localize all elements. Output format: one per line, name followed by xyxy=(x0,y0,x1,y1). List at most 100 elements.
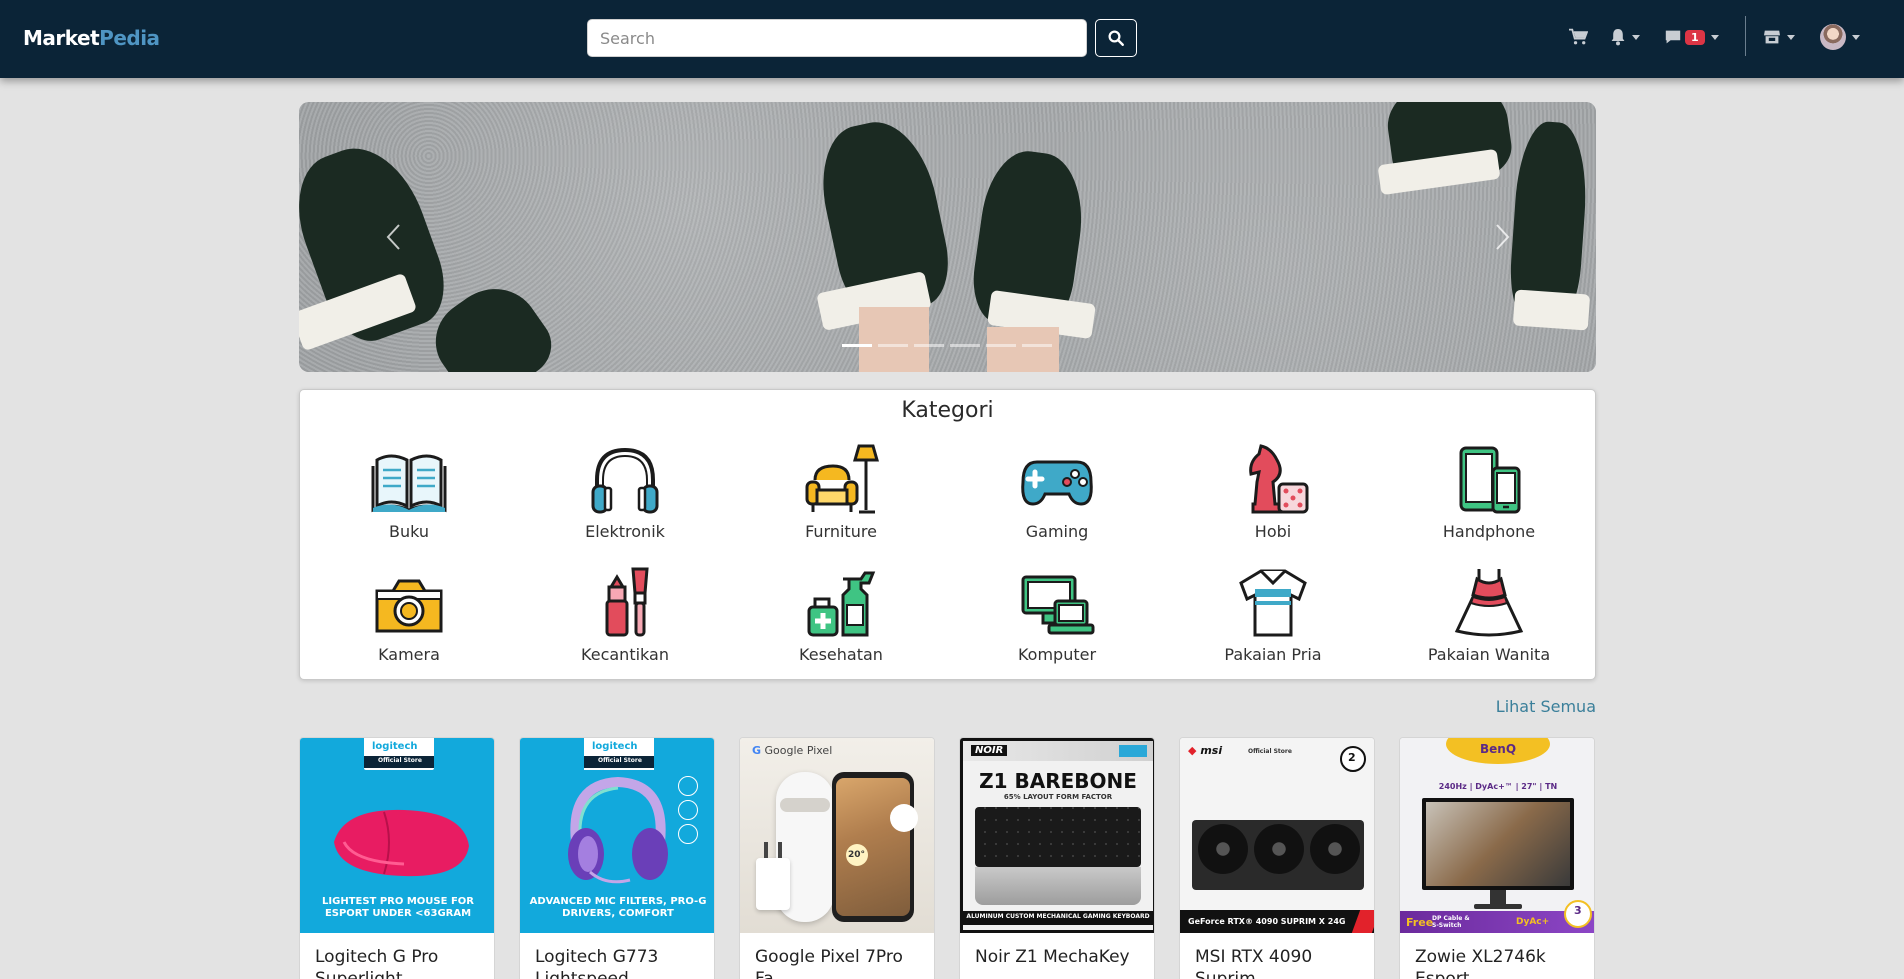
product-card[interactable]: logitech Official Store ADVANCED MIC FIL… xyxy=(519,737,715,979)
navbar: MarketPedia 1 xyxy=(0,0,1904,78)
product-name: Logitech G773 Lightspeed xyxy=(535,947,659,979)
dyac-label: DyAc+ xyxy=(1516,917,1550,927)
headphones-icon xyxy=(591,447,659,514)
product-headline: Z1 BAREBONE xyxy=(979,769,1137,793)
product-caption: ADVANCED MIC FILTERS, PRO-G DRIVERS, COM… xyxy=(529,896,707,919)
product-card[interactable]: ◆ msi Official Store 2 GeForce RTX® 4090… xyxy=(1179,737,1375,979)
carousel-indicator[interactable] xyxy=(878,344,908,347)
category-label: Gaming xyxy=(1025,522,1089,541)
carousel-indicator[interactable] xyxy=(986,344,1016,347)
search-button[interactable] xyxy=(1095,19,1137,57)
category-furniture[interactable]: Furniture xyxy=(766,442,916,541)
notifications-dropdown[interactable] xyxy=(1610,22,1640,52)
brand-logo-text: NOIR xyxy=(971,745,1008,756)
category-komputer[interactable]: Komputer xyxy=(982,565,1132,664)
cart-button[interactable] xyxy=(1568,22,1588,52)
chevron-down-icon xyxy=(1632,34,1640,40)
product-name: MSI RTX 4090 Suprim xyxy=(1195,947,1313,979)
carousel-indicator[interactable] xyxy=(950,344,980,347)
category-label: Komputer xyxy=(1017,645,1097,664)
product-card[interactable]: BenQ 240Hz | DyAc+™ | 27" | TN Free DP C… xyxy=(1399,737,1595,979)
category-elektronik[interactable]: Elektronik xyxy=(550,442,700,541)
chevron-down-icon xyxy=(1787,34,1795,40)
category-kesehatan[interactable]: Kesehatan xyxy=(766,565,916,664)
chat-icon xyxy=(1665,30,1681,44)
armchair-lamp-icon xyxy=(805,444,879,514)
category-pakaian-wanita[interactable]: Pakaian Wanita xyxy=(1414,565,1564,664)
category-pakaian-pria[interactable]: Pakaian Pria xyxy=(1198,565,1348,664)
product-name: Zowie XL2746k Esport xyxy=(1415,947,1546,979)
dress-icon xyxy=(1454,569,1524,637)
carousel-indicator[interactable] xyxy=(842,344,872,347)
category-buku[interactable]: Buku xyxy=(334,442,484,541)
brand-part-1: Market xyxy=(23,26,100,50)
product-card[interactable]: logitech Official Store LIGHTEST PRO MOU… xyxy=(299,737,495,979)
category-gaming[interactable]: Gaming xyxy=(982,442,1132,541)
chevron-down-icon xyxy=(1852,34,1860,40)
book-icon xyxy=(371,454,447,513)
avatar xyxy=(1820,24,1846,50)
category-hobi[interactable]: Hobi xyxy=(1198,442,1348,541)
product-caption: LIGHTEST PRO MOUSE FOR ESPORT UNDER <63G… xyxy=(322,896,474,919)
chevron-left-icon xyxy=(386,224,400,250)
brand-logo-text: msi xyxy=(1200,744,1223,757)
store-dropdown[interactable] xyxy=(1763,22,1795,52)
product-name: Google Pixel 7Pro Fa xyxy=(755,947,903,979)
category-title: Kategori xyxy=(901,398,994,423)
google-icon: G xyxy=(752,744,762,757)
product-image: G Google Pixel 20° xyxy=(740,738,934,933)
brand-logo[interactable]: MarketPedia xyxy=(23,26,160,50)
category-label: Kamera xyxy=(378,645,440,664)
carousel-indicator[interactable] xyxy=(914,344,944,347)
official-store-label: Official Store xyxy=(598,757,642,764)
chevron-down-icon xyxy=(1710,34,1719,40)
phone-icon xyxy=(1459,446,1521,514)
warranty-badge: 3 xyxy=(1574,904,1582,917)
product-subline: 65% LAYOUT FORM FACTOR xyxy=(1003,793,1113,801)
chess-dice-icon xyxy=(1249,444,1309,514)
weather-temp: 20° xyxy=(848,850,866,860)
profile-dropdown[interactable] xyxy=(1820,22,1860,52)
search-input[interactable] xyxy=(587,19,1087,57)
hero-carousel[interactable] xyxy=(299,102,1596,372)
gamepad-icon xyxy=(1021,460,1093,506)
category-label: Elektronik xyxy=(585,522,665,541)
category-kamera[interactable]: Kamera xyxy=(334,565,484,664)
headset-illustration xyxy=(568,776,668,884)
product-image: ◆ msi Official Store 2 GeForce RTX® 4090… xyxy=(1180,738,1374,933)
product-name: Noir Z1 MechaKey xyxy=(975,947,1130,967)
brand-logo-text: Google Pixel xyxy=(764,744,833,757)
product-card[interactable]: G Google Pixel 20° Google Pixel 7Pro Fa xyxy=(739,737,935,979)
messages-dropdown[interactable]: 1 xyxy=(1664,22,1719,52)
product-footer: GeForce RTX® 4090 SUPRIM X 24G xyxy=(1188,917,1346,926)
category-kecantikan[interactable]: Kecantikan xyxy=(550,565,700,664)
chevron-right-icon xyxy=(1496,224,1510,250)
msi-dragon-icon: ◆ xyxy=(1188,744,1197,757)
brand-part-2: Pedia xyxy=(99,26,160,50)
store-icon xyxy=(1764,30,1780,44)
carousel-next-button[interactable] xyxy=(1491,220,1515,254)
see-all-link[interactable]: Lihat Semua xyxy=(1496,697,1596,716)
category-card: Kategori Buku Elektronik Furniture Gamin… xyxy=(299,389,1596,680)
message-count-badge: 1 xyxy=(1685,29,1705,45)
cart-icon xyxy=(1569,28,1588,45)
product-name: Logitech G Pro Superlight xyxy=(315,947,439,979)
brand-logo-text: logitech xyxy=(592,741,638,752)
carousel-prev-button[interactable] xyxy=(381,220,405,254)
category-label: Furniture xyxy=(805,522,877,541)
brand-logo-text: logitech xyxy=(372,741,418,752)
bell-icon xyxy=(1611,29,1625,46)
search-icon xyxy=(1108,30,1124,46)
computer-icon xyxy=(1021,575,1095,635)
carousel-indicator[interactable] xyxy=(1022,344,1052,347)
category-label: Kesehatan xyxy=(799,645,883,664)
category-handphone[interactable]: Handphone xyxy=(1414,442,1564,541)
warranty-badge: 2 xyxy=(1348,751,1356,764)
camera-icon xyxy=(375,579,443,633)
free-items-label: DP Cable & S-Switch xyxy=(1432,915,1470,929)
product-footer: ALUMINUM CUSTOM MECHANICAL GAMING KEYBOA… xyxy=(966,913,1150,920)
shirt-icon xyxy=(1239,569,1307,637)
product-card[interactable]: NOIR Z1 BAREBONE 65% LAYOUT FORM FACTOR … xyxy=(959,737,1155,979)
product-spec: 240Hz | DyAc+™ | 27" | TN xyxy=(1438,782,1558,791)
mouse-illustration xyxy=(334,809,469,877)
